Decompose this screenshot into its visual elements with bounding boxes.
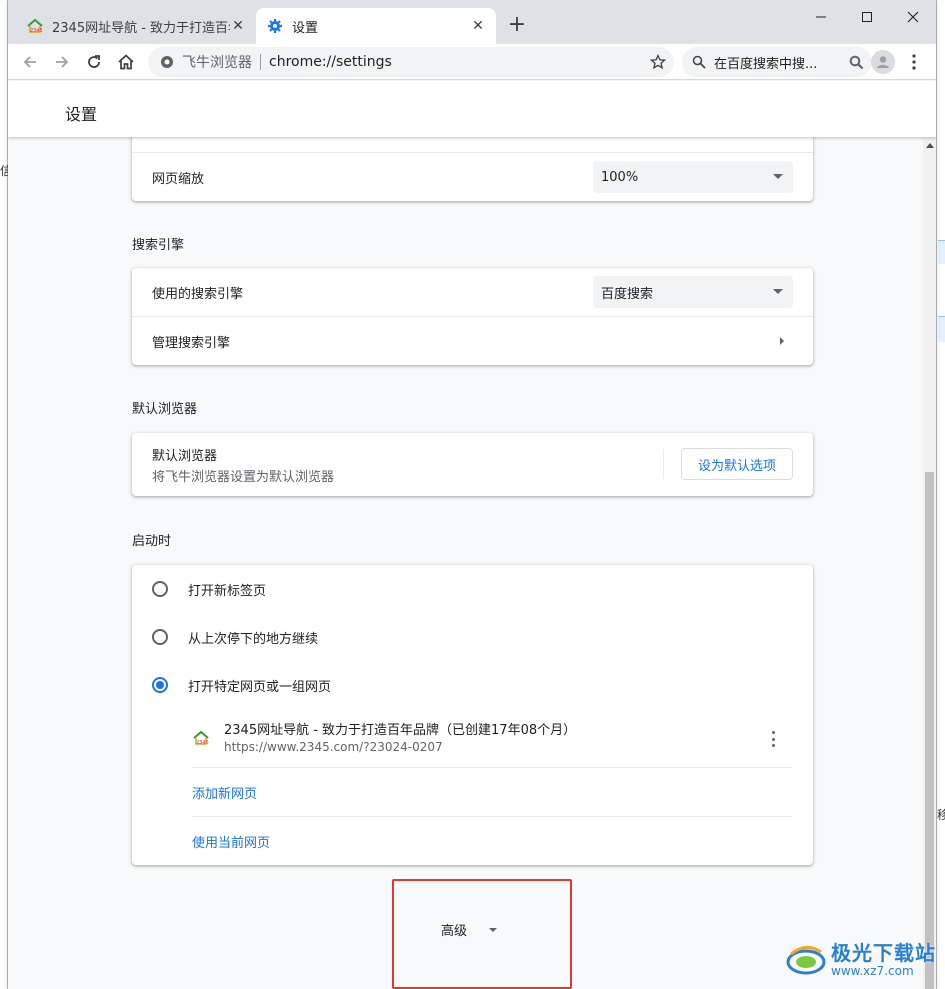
back-arrow-icon[interactable] (18, 50, 42, 74)
search-engine-select[interactable]: 百度搜索 (593, 276, 793, 308)
tab-title: 2345网址导航 - 致力于打造百年 (52, 20, 230, 36)
address-bar[interactable]: 飞牛浏览器 chrome://settings (148, 47, 674, 77)
background-window-left: 信 (0, 0, 12, 989)
on-startup-card: 打开新标签页 从上次停下的地方继续 打开特定网页或一组网页 2345 2345网… (132, 565, 813, 865)
watermark-name: 极光下载站 (831, 941, 936, 965)
site-info-icon[interactable] (160, 55, 174, 69)
radio-continue[interactable] (152, 629, 168, 645)
aurora-logo-icon (785, 940, 827, 980)
page-zoom-label: 网页缩放 (152, 171, 205, 187)
close-tab-icon[interactable]: ✕ (230, 18, 246, 34)
reload-icon[interactable] (82, 50, 106, 74)
divider (663, 449, 664, 479)
search-box[interactable]: 在百度搜索中搜... (682, 47, 872, 77)
url-text[interactable]: chrome://settings (269, 54, 392, 70)
search-engine-value: 百度搜索 (601, 286, 654, 302)
search-icon (692, 55, 706, 69)
browser-window: 2345 2345网址导航 - 致力于打造百年 ✕ 设置 ✕ + 飞牛浏览器 c… (8, 0, 936, 989)
close-window-icon[interactable] (890, 4, 936, 30)
default-browser-description: 将飞牛浏览器设置为默认浏览器 (152, 470, 335, 485)
default-browser-title: 默认浏览器 (152, 449, 218, 464)
home-icon[interactable] (114, 50, 138, 74)
radio-label: 从上次停下的地方继续 (188, 632, 319, 647)
radio-label: 打开特定网页或一组网页 (188, 680, 332, 695)
radio-label: 打开新标签页 (188, 584, 267, 599)
tab-settings[interactable]: 设置 ✕ (256, 8, 496, 44)
manage-search-engines-label: 管理搜索引擎 (152, 335, 231, 351)
tab-title: 设置 (292, 20, 319, 36)
close-tab-icon[interactable]: ✕ (470, 18, 486, 34)
divider (192, 767, 792, 768)
tab-2345[interactable]: 2345 2345网址导航 - 致力于打造百年 ✕ (16, 8, 256, 44)
section-title-search-engine: 搜索引擎 (132, 238, 185, 253)
browser-name: 飞牛浏览器 (182, 55, 252, 71)
search-engine-card: 使用的搜索引擎 百度搜索 管理搜索引擎 (132, 268, 813, 365)
background-text-fragment: 移 (937, 808, 945, 822)
search-button-icon[interactable] (846, 52, 866, 72)
minimize-icon[interactable] (798, 4, 844, 30)
startup-page-title: 2345网址导航 - 致力于打造百年品牌（已创建17年08个月） (224, 723, 577, 738)
browser-toolbar: 飞牛浏览器 chrome://settings 在百度搜索中搜... (8, 44, 936, 80)
background-panel (938, 316, 945, 342)
page-title: 设置 (65, 105, 98, 124)
appearance-card: 网页缩放 100% (132, 137, 813, 201)
highlight-annotation (392, 879, 572, 989)
make-default-button[interactable]: 设为默认选项 (681, 448, 793, 480)
svg-text:2345: 2345 (196, 740, 209, 746)
watermark-text: 极光下载站 www.xz7.com (831, 942, 936, 978)
settings-header: 设置 (8, 81, 936, 137)
settings-content: 网页缩放 100% 搜索引擎 使用的搜索引擎 百度搜索 管理搜索引擎 默认浏览器… (8, 137, 923, 989)
background-window-right: 移 (936, 0, 945, 989)
house-icon: 2345 (26, 17, 44, 35)
star-icon[interactable] (648, 52, 668, 72)
house-icon: 2345 (192, 729, 210, 747)
section-title-on-startup: 启动时 (132, 534, 172, 549)
scrollbar[interactable] (923, 137, 936, 989)
profile-avatar-icon[interactable] (871, 50, 895, 74)
background-panel (938, 240, 945, 264)
search-placeholder: 在百度搜索中搜... (714, 56, 818, 72)
more-vert-icon[interactable] (770, 731, 776, 747)
new-tab-button[interactable]: + (506, 14, 528, 36)
manage-search-engines-row[interactable]: 管理搜索引擎 (132, 317, 813, 365)
default-browser-card: 默认浏览器 将飞牛浏览器设置为默认浏览器 设为默认选项 (132, 433, 813, 496)
chevron-down-icon (773, 289, 783, 294)
forward-arrow-icon[interactable] (50, 50, 74, 74)
use-current-pages-link[interactable]: 使用当前网页 (192, 832, 270, 851)
page-zoom-select[interactable]: 100% (593, 161, 793, 193)
scrollbar-thumb[interactable] (925, 472, 934, 989)
section-title-default-browser: 默认浏览器 (132, 402, 198, 417)
tab-strip: 2345 2345网址导航 - 致力于打造百年 ✕ 设置 ✕ + (8, 0, 936, 44)
more-menu-icon[interactable] (904, 50, 924, 74)
maximize-icon[interactable] (844, 4, 890, 30)
scroll-up-icon[interactable] (923, 139, 936, 151)
watermark: 极光下载站 www.xz7.com (785, 935, 940, 985)
radio-specific-pages[interactable] (152, 677, 168, 693)
search-engine-label: 使用的搜索引擎 (152, 286, 244, 302)
add-new-page-link[interactable]: 添加新网页 (192, 783, 257, 802)
startup-page-url: https://www.2345.com/?23024-0207 (224, 740, 443, 754)
watermark-url: www.xz7.com (831, 964, 914, 978)
chevron-down-icon (773, 174, 783, 179)
chevron-right-icon (780, 337, 784, 345)
radio-new-tab[interactable] (152, 581, 168, 597)
page-zoom-row: 网页缩放 100% (132, 153, 813, 201)
divider (192, 816, 792, 817)
divider (260, 54, 261, 70)
search-engine-row: 使用的搜索引擎 百度搜索 (132, 268, 813, 316)
gear-icon (266, 17, 284, 35)
page-zoom-value: 100% (601, 169, 639, 185)
svg-text:2345: 2345 (30, 28, 43, 34)
